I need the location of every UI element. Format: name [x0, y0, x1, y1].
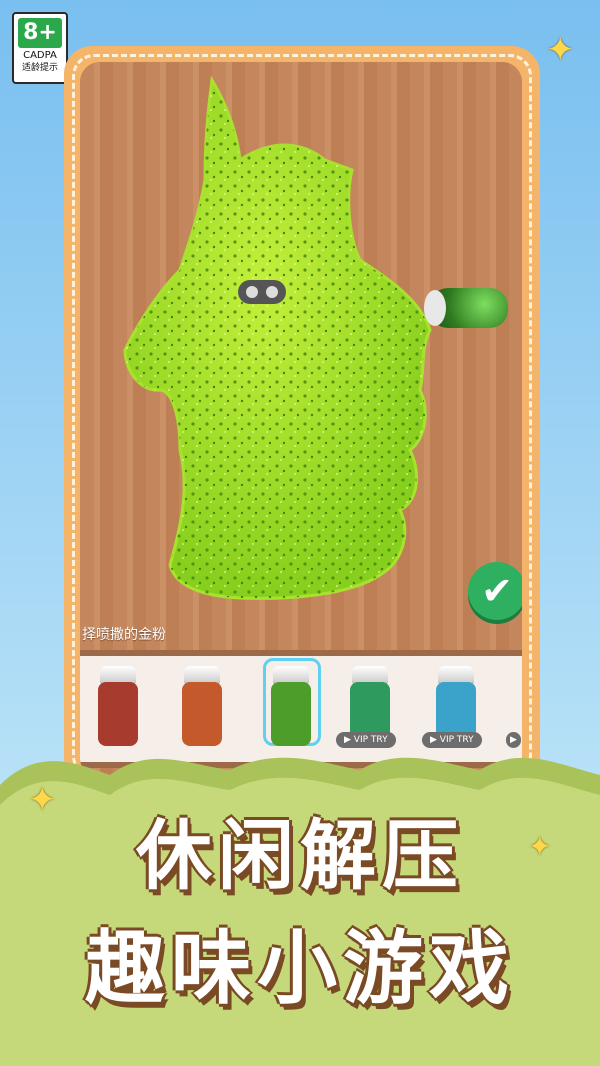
age-rating-label: 适龄提示 — [21, 63, 58, 73]
hint-text: 择喷撒的金粉 — [82, 627, 166, 643]
glitter-bottle-body — [98, 682, 138, 746]
unicorn-slime — [123, 75, 432, 600]
glitter-shaker-cursor[interactable] — [424, 288, 508, 328]
sparkle-icon: ✦ — [546, 30, 575, 70]
glitter-bottle-body — [182, 682, 222, 746]
age-rating-org: CADPA — [23, 50, 57, 61]
age-rating-badge: 8+ CADPA 适龄提示 — [12, 12, 68, 84]
vip-try-label: VIP TRY — [353, 735, 388, 745]
banner-line-1: 休闲解压 — [136, 811, 464, 900]
glitter-bottle-red[interactable] — [98, 666, 138, 748]
glitter-bottle-orange[interactable] — [182, 666, 222, 748]
glitter-bottle-green[interactable] — [271, 666, 311, 748]
vip-try-label: VIP TRY — [439, 735, 474, 745]
age-rating-number: 8+ — [18, 18, 62, 48]
confirm-check-button[interactable]: ✔ — [468, 562, 522, 620]
glitter-bottle-body — [271, 682, 311, 746]
game-screen: ✔ 择喷撒的金粉 ▶ VIP TRY ▶ VIP TRY ▶ — [80, 62, 522, 778]
banner-line-2: 趣味小游戏 — [85, 922, 515, 1015]
